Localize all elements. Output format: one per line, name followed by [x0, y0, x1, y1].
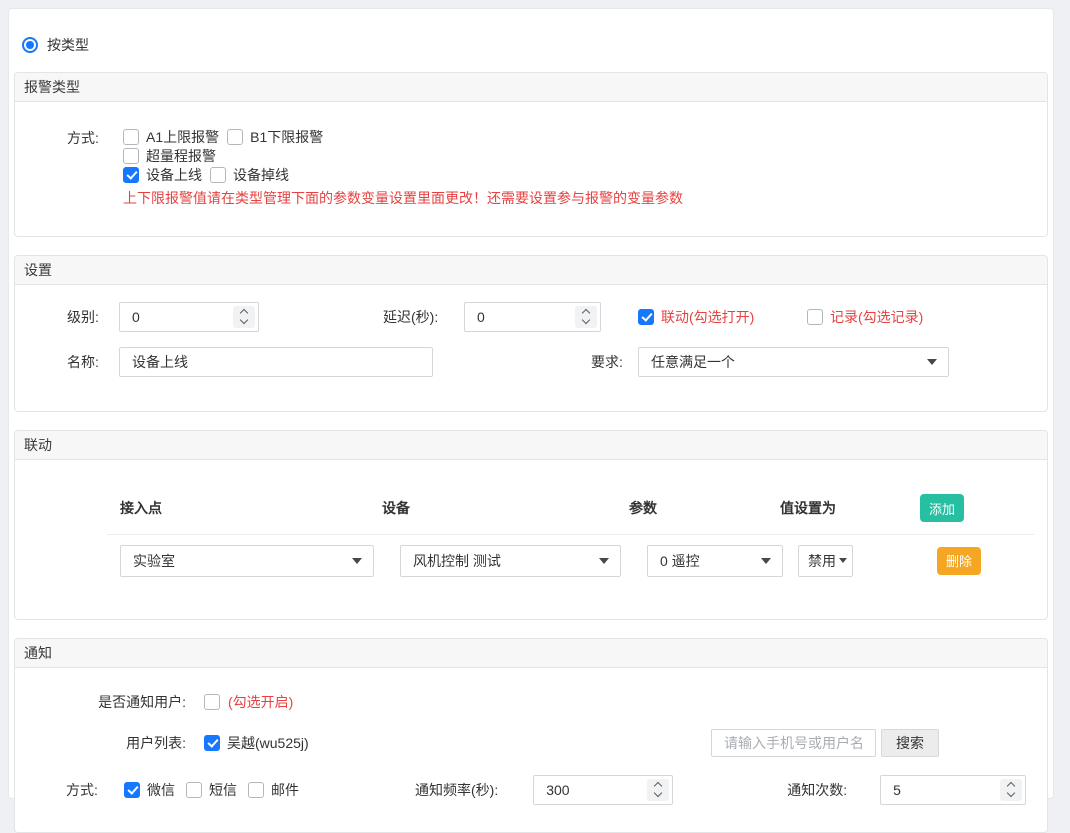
by-type-radio-label: 按类型	[47, 35, 89, 55]
over-range-checkbox[interactable]	[123, 148, 139, 164]
column-device: 设备	[382, 498, 629, 518]
notify-panel: 通知 是否通知用户: (勾选开启) 用户列表: 吴越(wu525j) 搜索 方式…	[14, 638, 1048, 833]
notify-user-hint: (勾选开启)	[228, 692, 293, 712]
level-spinner[interactable]	[233, 306, 255, 328]
delete-button[interactable]: 删除	[937, 547, 981, 575]
device-select-value: 风机控制 测试	[413, 551, 501, 571]
over-range-label: 超量程报警	[146, 146, 216, 166]
method-label: 方式:	[67, 127, 123, 208]
device-online-checkbox-item: 设备上线	[123, 165, 202, 185]
sms-checkbox-item: 短信	[186, 780, 237, 800]
linkage-checkbox[interactable]	[638, 309, 654, 325]
level-label: 级别:	[67, 307, 119, 327]
linkage-table-header: 接入点 设备 参数 值设置为 添加	[120, 494, 1047, 522]
name-label: 名称:	[67, 352, 119, 372]
email-checkbox[interactable]	[248, 782, 264, 798]
a1-upper-limit-label: A1上限报警	[146, 127, 219, 147]
device-offline-checkbox-item: 设备掉线	[210, 165, 289, 185]
notify-count-label: 通知次数:	[787, 780, 847, 800]
user-search-input[interactable]	[711, 729, 876, 757]
wechat-checkbox[interactable]	[124, 782, 140, 798]
value-set-select[interactable]: 禁用	[798, 545, 853, 577]
require-label: 要求:	[591, 352, 638, 372]
settings-panel-title: 设置	[15, 256, 1047, 285]
table-header-divider	[107, 534, 1034, 535]
notify-method-label: 方式:	[66, 780, 106, 800]
linkage-panel: 联动 接入点 设备 参数 值设置为 添加 实验室 风机控制 测试	[14, 430, 1048, 620]
device-select[interactable]: 风机控制 测试	[400, 545, 621, 577]
notify-panel-title: 通知	[15, 639, 1047, 668]
alarm-type-panel-title: 报警类型	[15, 73, 1047, 102]
device-online-label: 设备上线	[146, 165, 202, 185]
column-access-point: 接入点	[120, 498, 382, 518]
param-select[interactable]: 0 遥控	[647, 545, 783, 577]
user-list-label: 用户列表:	[15, 733, 186, 753]
record-checkbox-item: 记录(勾选记录)	[807, 307, 923, 327]
settings-panel-body: 级别: 延迟(秒): 联动(勾选打开) 记录(勾选记录)	[15, 285, 1047, 411]
mode-radio-row: 按类型	[22, 35, 1048, 55]
linkage-checkbox-item: 联动(勾选打开)	[638, 307, 807, 327]
content-card: 按类型 报警类型 方式: A1上限报警 B1下限报警	[8, 8, 1054, 799]
email-checkbox-item: 邮件	[248, 780, 299, 800]
linkage-table-row: 实验室 风机控制 测试 0 遥控 禁用 删除	[120, 544, 1047, 577]
notify-user-label: 是否通知用户:	[15, 692, 186, 712]
sms-label: 短信	[209, 780, 237, 800]
device-offline-label: 设备掉线	[233, 165, 289, 185]
chevron-down-icon	[599, 558, 609, 564]
notify-frequency-label: 通知频率(秒):	[415, 780, 498, 800]
user-checkbox[interactable]	[204, 735, 220, 751]
settings-panel: 设置 级别: 延迟(秒): 联动(勾选打开)	[14, 255, 1048, 412]
name-input[interactable]	[119, 347, 433, 377]
linkage-panel-title: 联动	[15, 431, 1047, 460]
limit-alarm-hint: 上下限报警值请在类型管理下面的参数变量设置里面更改！还需要设置参与报警的变量参数	[123, 188, 1031, 208]
require-select[interactable]: 任意满足一个	[638, 347, 949, 377]
b1-lower-limit-checkbox-item: B1下限报警	[227, 127, 323, 147]
chevron-down-icon	[839, 558, 847, 563]
column-param: 参数	[629, 498, 780, 518]
delay-spinner[interactable]	[575, 306, 597, 328]
search-button[interactable]: 搜索	[881, 729, 939, 757]
notify-frequency-spinner[interactable]	[647, 779, 669, 801]
delay-label: 延迟(秒):	[383, 307, 464, 327]
alarm-type-panel-body: 方式: A1上限报警 B1下限报警	[15, 102, 1047, 236]
wechat-checkbox-item: 微信	[124, 780, 175, 800]
column-value-set: 值设置为	[780, 498, 920, 518]
notify-user-checkbox[interactable]	[204, 694, 220, 710]
notify-methods: 微信 短信 邮件	[124, 780, 415, 800]
wechat-label: 微信	[147, 780, 175, 800]
linkage-panel-body: 接入点 设备 参数 值设置为 添加 实验室 风机控制 测试 0 遥控	[15, 460, 1047, 619]
access-point-select-value: 实验室	[133, 551, 175, 571]
user-checkbox-label: 吴越(wu525j)	[227, 733, 309, 753]
over-range-checkbox-item: 超量程报警	[123, 146, 216, 166]
device-offline-checkbox[interactable]	[210, 167, 226, 183]
record-checkbox-label: 记录(勾选记录)	[830, 307, 923, 327]
alarm-type-panel: 报警类型 方式: A1上限报警 B1下限报警	[14, 72, 1048, 237]
linkage-checkbox-label: 联动(勾选打开)	[661, 307, 754, 327]
device-online-checkbox[interactable]	[123, 167, 139, 183]
require-select-value: 任意满足一个	[651, 352, 735, 372]
notify-count-spinner[interactable]	[1000, 779, 1022, 801]
user-search-group: 搜索	[711, 729, 939, 757]
access-point-select[interactable]: 实验室	[120, 545, 374, 577]
chevron-down-icon	[352, 558, 362, 564]
chevron-down-icon	[927, 359, 937, 365]
by-type-radio[interactable]	[22, 37, 38, 53]
a1-upper-limit-checkbox[interactable]	[123, 129, 139, 145]
user-checkbox-item: 吴越(wu525j)	[204, 733, 309, 753]
sms-checkbox[interactable]	[186, 782, 202, 798]
chevron-down-icon	[761, 558, 771, 564]
b1-lower-limit-label: B1下限报警	[250, 127, 323, 147]
a1-upper-limit-checkbox-item: A1上限报警	[123, 127, 219, 147]
alarm-type-checkbox-rows: A1上限报警 B1下限报警 超量程报警	[123, 127, 1031, 184]
b1-lower-limit-checkbox[interactable]	[227, 129, 243, 145]
email-label: 邮件	[271, 780, 299, 800]
record-checkbox[interactable]	[807, 309, 823, 325]
notify-panel-body: 是否通知用户: (勾选开启) 用户列表: 吴越(wu525j) 搜索 方式:	[15, 668, 1047, 832]
add-button[interactable]: 添加	[920, 494, 964, 522]
param-select-value: 0 遥控	[660, 551, 700, 571]
value-set-select-value: 禁用	[808, 551, 836, 571]
